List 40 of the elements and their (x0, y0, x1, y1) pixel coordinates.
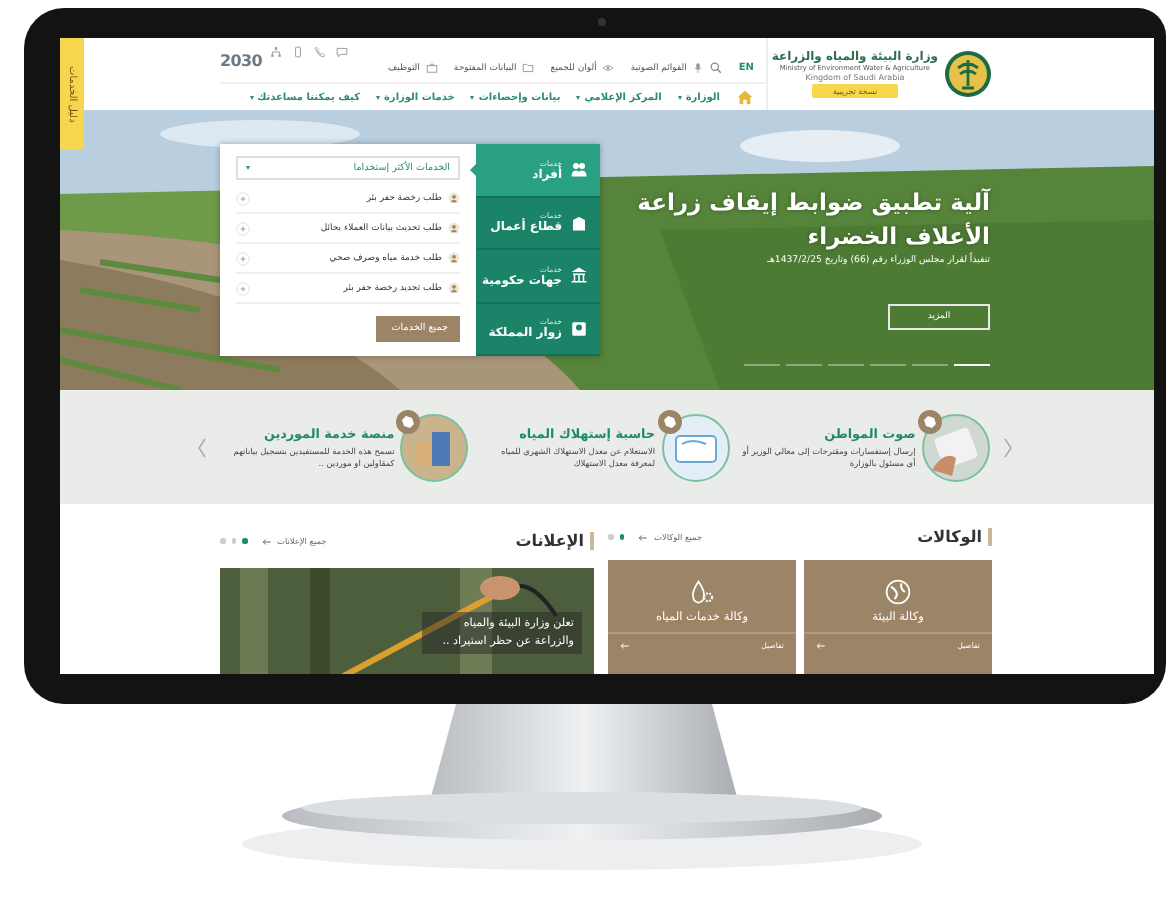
building-icon (570, 213, 588, 232)
vision-logo: 2030 (220, 51, 263, 69)
hero-title: آلية تطبيق ضوابط إيقاف زراعة الأعلاف الخضراء (635, 186, 990, 252)
columns-building-icon (570, 266, 588, 285)
people-icon (570, 160, 588, 179)
section-title: الوكالات (708, 528, 992, 546)
palm-emblem-icon (944, 50, 992, 98)
arrow-icon (261, 537, 271, 546)
water-drop-gear-icon (688, 578, 716, 606)
page-dot[interactable] (220, 538, 225, 544)
arrow-icon (638, 533, 648, 541)
person-icon (448, 192, 460, 204)
arrow-icon (816, 641, 826, 649)
section-title: الإعلانات (332, 532, 594, 551)
plus-icon[interactable] (236, 251, 250, 265)
page-dot[interactable] (619, 534, 624, 540)
plus-icon[interactable] (236, 191, 250, 205)
id-card-icon (570, 319, 588, 338)
page-dot[interactable] (231, 538, 236, 544)
person-icon (448, 222, 460, 234)
arrow-icon (620, 641, 630, 649)
globe-icon (884, 578, 912, 606)
chat-icon[interactable] (336, 46, 349, 58)
home-icon[interactable] (736, 88, 754, 106)
plus-icon[interactable] (236, 281, 250, 295)
person-icon (448, 282, 460, 294)
page-dot[interactable] (608, 534, 613, 540)
camera-dot (598, 18, 606, 26)
plus-icon[interactable] (236, 221, 250, 235)
sitemap-icon[interactable] (270, 46, 283, 58)
mobile-icon[interactable] (292, 46, 305, 58)
person-icon (448, 252, 460, 264)
folder-icon (522, 62, 535, 74)
eye-icon (602, 62, 615, 74)
microphone-icon (692, 62, 705, 74)
briefcase-icon (425, 62, 438, 74)
phone-icon[interactable] (314, 46, 327, 58)
page-dot[interactable] (242, 538, 247, 544)
search-icon[interactable] (710, 62, 723, 74)
slide-indicator[interactable] (954, 363, 990, 366)
